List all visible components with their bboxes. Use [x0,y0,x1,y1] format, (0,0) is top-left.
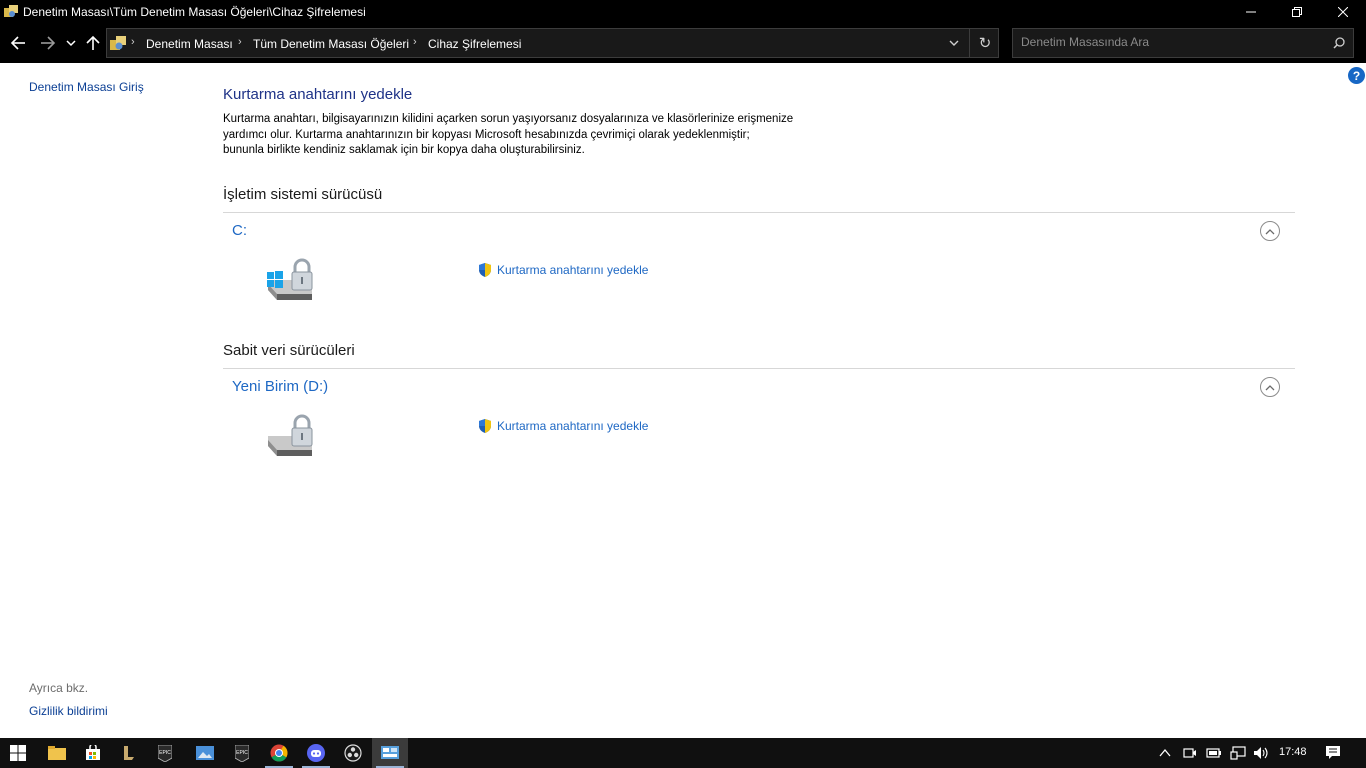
file-explorer-icon [48,746,66,760]
minimize-icon [1246,11,1256,12]
back-arrow-icon [10,36,25,50]
discord-icon [307,744,325,762]
restore-icon [1292,6,1302,17]
chevron-right-icon: › [238,36,242,48]
window-title: Denetim Masası\Tüm Denetim Masası Öğeler… [23,5,366,19]
chrome-icon [270,744,288,762]
obs-icon [344,744,362,762]
title-bar: Denetim Masası\Tüm Denetim Masası Öğeler… [0,0,1366,23]
taskbar-chrome[interactable] [261,738,297,768]
show-hidden-icons-chevron-up-icon[interactable] [1159,748,1171,758]
section-divider [223,368,1295,369]
start-button[interactable] [0,738,36,768]
taskbar: EPIC EPIC 17:48 [0,738,1366,768]
chevron-up-icon [1265,384,1275,390]
epic-games-label: EPIC [236,750,248,756]
privacy-statement-link[interactable]: Gizlilik bildirimi [29,704,108,718]
control-panel-icon [381,746,399,759]
backup-recovery-key-action-d[interactable]: Kurtarma anahtarını yedekle [477,418,648,434]
store-icon [86,745,100,760]
collapse-button[interactable] [1260,221,1280,241]
minimize-button[interactable] [1228,0,1274,23]
epic-games-label: EPIC [159,750,171,756]
address-history-button[interactable] [939,29,969,57]
breadcrumb-all-items[interactable]: Tüm Denetim Masası Öğeleri [253,37,409,51]
meet-now-icon[interactable] [1183,746,1197,760]
back-button[interactable] [7,31,29,55]
navigation-bar: › Denetim Masası › Tüm Denetim Masası Öğ… [0,23,1366,63]
control-panel-home-link[interactable]: Denetim Masası Giriş [29,80,144,94]
search-icon[interactable] [1333,37,1345,49]
section-title-fixed-drives: Sabit veri sürücüleri [223,342,355,359]
refresh-icon: ↻ [978,35,992,52]
action-center-icon[interactable] [1325,745,1341,761]
help-icon[interactable]: ? [1348,67,1365,84]
close-button[interactable] [1320,0,1366,23]
uac-shield-icon [479,263,491,277]
uac-shield-icon [479,419,491,433]
taskbar-obs[interactable] [335,738,371,768]
network-icon[interactable] [1230,746,1246,760]
os-drive-locked-icon [267,258,313,300]
battery-icon[interactable] [1206,747,1222,759]
taskbar-control-panel[interactable] [372,738,408,768]
backup-recovery-key-link[interactable]: Kurtarma anahtarını yedekle [497,263,648,277]
data-drive-locked-icon [268,414,313,456]
taskbar-clock[interactable]: 17:48 [1279,746,1307,758]
taskbar-epic-games-2[interactable]: EPIC [224,738,260,768]
forward-button[interactable] [37,31,59,55]
taskbar-epic-games[interactable]: EPIC [147,738,183,768]
address-bar[interactable]: › Denetim Masası › Tüm Denetim Masası Öğ… [106,28,999,58]
description-line: Kurtarma anahtarı, bilgisayarınızın kili… [223,113,794,125]
description-line: yardımcı olur. Kurtarma anahtarınızın bi… [223,128,750,141]
chevron-down-icon [949,40,959,46]
search-box[interactable] [1012,28,1354,58]
page-title: Kurtarma anahtarını yedekle [223,86,413,103]
page-description: Kurtarma anahtarı, bilgisayarınızın kili… [223,112,823,159]
refresh-button[interactable]: ↻ [971,29,999,57]
section-divider [223,212,1295,213]
drive-name-c[interactable]: C: [232,222,247,239]
section-title-os-drive: İşletim sistemi sürücüsü [223,186,383,203]
drive-name-d[interactable]: Yeni Birim (D:) [232,378,328,395]
breadcrumb-device-encryption[interactable]: Cihaz Şifrelemesi [428,37,521,51]
see-also-label: Ayrıca bkz. [29,681,89,695]
breadcrumb-control-panel[interactable]: Denetim Masası [146,37,233,51]
taskbar-store[interactable] [75,738,111,768]
start-icon [10,745,26,761]
restore-button[interactable] [1274,0,1320,23]
collapse-button[interactable] [1260,377,1280,397]
volume-icon[interactable] [1253,746,1271,760]
chevron-right-icon: › [413,36,417,48]
description-line: bununla birlikte kendiniz saklamak için … [223,144,585,156]
up-arrow-icon [86,35,100,50]
forward-arrow-icon [41,36,56,50]
epic-games-icon: EPIC [158,744,172,762]
epic-games-icon: EPIC [235,744,249,762]
chevron-up-icon [1265,228,1275,234]
up-button[interactable] [82,31,104,55]
chevron-down-icon [66,40,76,47]
photos-icon [196,746,214,760]
control-panel-icon [4,5,18,17]
divider [969,29,970,57]
taskbar-photos[interactable] [187,738,223,768]
taskbar-file-explorer[interactable] [39,738,75,768]
backup-recovery-key-link[interactable]: Kurtarma anahtarını yedekle [497,419,648,433]
search-input[interactable] [1021,35,1321,49]
taskbar-discord[interactable] [298,738,334,768]
taskbar-league-of-legends[interactable] [111,738,147,768]
chevron-right-icon: › [131,36,135,48]
recent-locations-button[interactable] [62,31,80,55]
close-icon [1338,6,1348,17]
backup-recovery-key-action-c[interactable]: Kurtarma anahtarını yedekle [477,262,648,278]
league-of-legends-icon [124,746,134,760]
control-panel-icon [110,36,126,50]
